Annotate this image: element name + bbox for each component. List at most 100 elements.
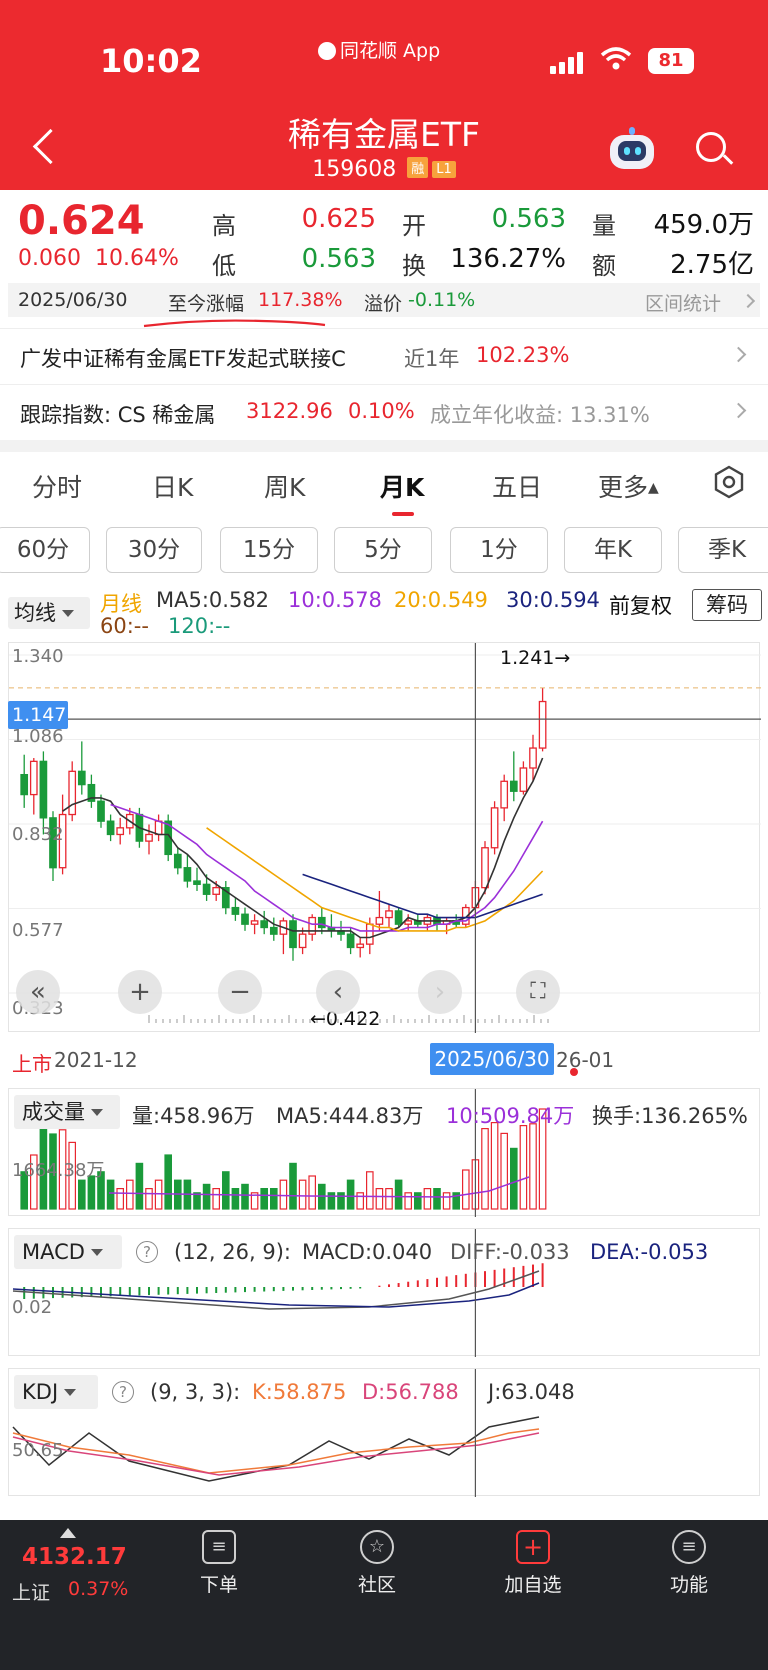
- volume-bar: [510, 1147, 518, 1210]
- battery-indicator: 81: [648, 48, 694, 74]
- volume-bar: [423, 1187, 432, 1210]
- y-tick: 1.086: [12, 726, 64, 747]
- volume-bar: [385, 1187, 393, 1210]
- period-30min[interactable]: 30分: [106, 527, 202, 573]
- candle: [116, 827, 125, 836]
- volume-bar: [414, 1192, 422, 1210]
- volume-bar: [337, 1192, 345, 1210]
- volume-bar: [327, 1192, 336, 1210]
- indicator-select-kdj[interactable]: KDJ: [14, 1375, 98, 1409]
- zoom-in-icon[interactable]: +: [118, 970, 162, 1014]
- tracking-index-label: 跟踪指数: CS 稀金属: [20, 403, 216, 427]
- candlestick-chart-panel[interactable]: [8, 642, 761, 1033]
- period-5min[interactable]: 5分: [334, 527, 432, 573]
- pan-right-icon[interactable]: ›: [418, 970, 462, 1014]
- candle: [385, 910, 393, 919]
- hexagon-settings-icon[interactable]: [712, 465, 746, 499]
- kdj-j: J:63.048: [488, 1380, 575, 1404]
- candle: [356, 943, 365, 949]
- candle: [375, 916, 384, 925]
- triangle-up-icon: ▲: [648, 480, 659, 496]
- hand-drawn-underline: [143, 319, 326, 328]
- indicator-select-volume[interactable]: 成交量: [14, 1095, 120, 1129]
- volume-bar: [289, 1162, 297, 1210]
- summary-date: 2025/06/30: [18, 289, 128, 311]
- tab-monthly-k[interactable]: 月K: [380, 468, 424, 504]
- adjust-mode[interactable]: 前复权: [609, 590, 672, 620]
- candle: [289, 920, 297, 949]
- section-divider: [0, 440, 768, 452]
- candle: [529, 747, 537, 769]
- volume-bar: [529, 1123, 537, 1210]
- tab-five-day[interactable]: 五日: [492, 468, 542, 504]
- indicator-select-macd[interactable]: MACD: [14, 1235, 122, 1269]
- caret-down-icon: [90, 1249, 103, 1256]
- start-date: 2021-12: [54, 1048, 138, 1072]
- crosshair-date-label: 2025/06/30: [430, 1043, 554, 1075]
- kdj-params: (9, 3, 3):: [150, 1380, 241, 1404]
- nav-add-watchlist[interactable]: + 加自选: [488, 1530, 578, 1597]
- candle: [212, 886, 221, 895]
- candle: [519, 767, 528, 792]
- fullscreen-icon[interactable]: ⛶: [516, 970, 560, 1014]
- period-1min[interactable]: 1分: [450, 527, 548, 573]
- nav-community[interactable]: ☆ 社区: [332, 1530, 422, 1597]
- help-icon[interactable]: ?: [112, 1381, 134, 1403]
- volume-bar: [404, 1192, 413, 1210]
- turnover-value: 136.27%: [450, 244, 566, 274]
- candlestick-chart[interactable]: [9, 643, 761, 1033]
- volume-bar: [116, 1187, 125, 1210]
- tracking-index-pct: 0.10%: [348, 399, 415, 423]
- summary-row[interactable]: 2025/06/30 至今涨幅 117.38% 溢价 -0.11% 区间统计: [8, 283, 760, 317]
- tab-weekly-k[interactable]: 周K: [264, 468, 305, 504]
- candle: [68, 770, 77, 816]
- macd-params: (12, 26, 9):: [174, 1240, 291, 1264]
- tab-more[interactable]: 更多▲: [598, 468, 659, 504]
- macd-diff: DIFF:-0.033: [450, 1240, 570, 1264]
- candle: [231, 906, 240, 915]
- range-stats-link[interactable]: 区间统计: [645, 289, 721, 316]
- period-quarterly-k[interactable]: 季K: [678, 527, 768, 573]
- index-value[interactable]: 4132.17: [22, 1544, 127, 1570]
- volume-label: 量: [592, 212, 616, 240]
- ma-line-ma5: [62, 757, 544, 939]
- tab-daily-k[interactable]: 日K: [152, 468, 193, 504]
- chevron-right-icon: [730, 402, 747, 419]
- chip-distribution-button[interactable]: 筹码: [692, 589, 762, 621]
- pan-left-icon[interactable]: ‹: [316, 970, 360, 1014]
- candle: [145, 833, 153, 842]
- volume-bar: [394, 1179, 403, 1210]
- linked-fund-row[interactable]: 广发中证稀有金属ETF发起式联接C 近1年 102.23%: [0, 328, 768, 384]
- volume-bar: [308, 1175, 317, 1210]
- security-code: 159608: [312, 157, 397, 182]
- kdj-j-line: [12, 1416, 540, 1482]
- ai-assistant-robot-icon[interactable]: [608, 127, 656, 171]
- nav-place-order[interactable]: ≡ 下单: [174, 1530, 264, 1597]
- search-icon[interactable]: [694, 130, 734, 170]
- volume-bar: [279, 1179, 288, 1210]
- volume-current: 量:458.96万: [132, 1104, 255, 1128]
- status-time: 10:02: [100, 42, 202, 80]
- volume-bar: [366, 1171, 374, 1210]
- rewind-double-left-icon[interactable]: «: [16, 970, 60, 1014]
- volume-bar: [154, 1179, 163, 1210]
- low-value: 0.563: [301, 244, 376, 274]
- tracking-index-row[interactable]: 跟踪指数: CS 稀金属 3122.96 0.10% 成立年化收益: 13.31…: [0, 384, 768, 440]
- zoom-out-icon[interactable]: −: [218, 970, 262, 1014]
- turnover-label: 换: [402, 252, 426, 280]
- tab-intraday[interactable]: 分时: [32, 468, 82, 504]
- community-star-icon: ☆: [360, 1530, 394, 1564]
- period-15min[interactable]: 15分: [220, 527, 318, 573]
- tracking-index-value: 3122.96: [246, 399, 333, 423]
- chevron-right-icon: [740, 293, 756, 309]
- period-yearly-k[interactable]: 年K: [564, 527, 662, 573]
- nav-functions[interactable]: ≡ 功能: [644, 1530, 734, 1597]
- ma60-value: 60:--: [100, 614, 149, 638]
- ma5-value: MA5:0.582: [156, 588, 270, 612]
- document-icon: ≡: [202, 1530, 236, 1564]
- period-60min[interactable]: 60分: [0, 527, 90, 573]
- volume-bar: [481, 1127, 489, 1210]
- help-icon[interactable]: ?: [136, 1241, 158, 1263]
- volume-bar: [241, 1183, 249, 1210]
- indicator-select-ma[interactable]: 均线: [8, 597, 90, 629]
